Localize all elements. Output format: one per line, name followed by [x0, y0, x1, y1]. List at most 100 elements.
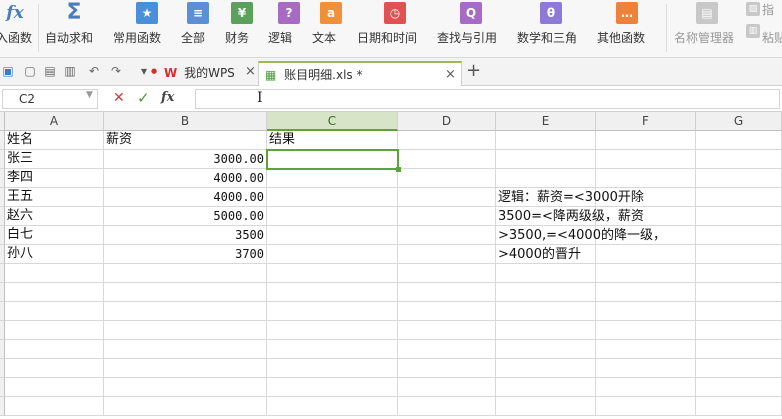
table-cell[interactable] — [267, 283, 398, 302]
table-cell[interactable] — [696, 188, 782, 207]
table-cell[interactable]: 王五 — [5, 188, 104, 207]
close-tab-icon[interactable]: × — [245, 64, 256, 79]
table-cell[interactable] — [696, 321, 782, 340]
table-cell[interactable] — [104, 264, 267, 283]
table-cell[interactable] — [596, 169, 696, 188]
table-cell[interactable] — [104, 302, 267, 321]
table-cell[interactable]: 李四 — [5, 169, 104, 188]
table-cell[interactable] — [267, 188, 398, 207]
spreadsheet-grid[interactable]: A B C D E F G 姓名 薪资 结果 张三 3000.00 李四 4000.00 王五… — [0, 112, 782, 419]
column-header-f[interactable]: F — [596, 112, 696, 131]
table-cell[interactable] — [267, 169, 398, 188]
table-cell[interactable] — [596, 340, 696, 359]
table-cell[interactable] — [496, 264, 596, 283]
table-cell[interactable] — [398, 359, 496, 378]
table-cell[interactable] — [696, 378, 782, 397]
table-cell[interactable] — [496, 150, 596, 169]
table-cell[interactable] — [696, 302, 782, 321]
table-cell[interactable] — [496, 378, 596, 397]
text-button[interactable]: a 文本 — [312, 0, 352, 58]
column-header-b[interactable]: B — [104, 112, 267, 131]
table-cell[interactable] — [596, 378, 696, 397]
table-cell[interactable] — [596, 131, 696, 150]
table-cell[interactable] — [496, 283, 596, 302]
chevron-down-icon[interactable]: ▼ — [86, 90, 93, 100]
math-trig-button[interactable]: θ 数学和三角 — [517, 0, 591, 58]
table-cell[interactable] — [267, 378, 398, 397]
table-cell[interactable] — [398, 131, 496, 150]
table-cell[interactable] — [267, 321, 398, 340]
table-cell[interactable]: 姓名 — [5, 131, 104, 150]
table-cell[interactable]: 3500 — [104, 226, 267, 245]
table-cell[interactable] — [496, 131, 596, 150]
table-cell[interactable] — [267, 245, 398, 264]
table-cell[interactable] — [398, 283, 496, 302]
table-cell[interactable] — [596, 245, 696, 264]
table-cell[interactable]: 3000.00 — [104, 150, 267, 169]
table-cell[interactable] — [104, 283, 267, 302]
column-header-g[interactable]: G — [696, 112, 782, 131]
table-cell[interactable] — [596, 264, 696, 283]
table-cell[interactable]: 结果 — [267, 131, 398, 150]
table-cell[interactable] — [104, 321, 267, 340]
column-header-e[interactable]: E — [496, 112, 596, 131]
table-cell[interactable]: 张三 — [5, 150, 104, 169]
table-cell[interactable] — [104, 359, 267, 378]
common-functions-button[interactable]: ★ 常用函数 — [113, 0, 175, 58]
table-cell[interactable] — [5, 302, 104, 321]
table-cell[interactable] — [596, 150, 696, 169]
table-cell[interactable] — [496, 397, 596, 416]
redo-icon[interactable]: ↷ — [109, 64, 123, 78]
table-cell[interactable] — [398, 245, 496, 264]
logic-button[interactable]: ? 逻辑 — [268, 0, 308, 58]
table-cell[interactable]: 孙八 — [5, 245, 104, 264]
table-cell[interactable] — [104, 340, 267, 359]
name-box[interactable]: C2 — [2, 89, 98, 109]
fill-handle[interactable] — [396, 167, 401, 172]
table-cell[interactable] — [5, 264, 104, 283]
table-cell[interactable] — [5, 359, 104, 378]
table-cell[interactable] — [696, 397, 782, 416]
table-cell[interactable] — [398, 207, 496, 226]
table-cell[interactable] — [596, 359, 696, 378]
table-cell[interactable]: 3700 — [104, 245, 267, 264]
table-cell[interactable] — [696, 340, 782, 359]
selected-cell-c2[interactable] — [266, 149, 399, 170]
pointer-button[interactable]: ▧ 指 — [744, 0, 782, 22]
table-cell[interactable] — [496, 302, 596, 321]
table-cell[interactable] — [596, 302, 696, 321]
table-cell[interactable] — [398, 302, 496, 321]
table-cell[interactable] — [398, 150, 496, 169]
table-cell[interactable] — [696, 283, 782, 302]
table-cell[interactable] — [596, 397, 696, 416]
autosum-button[interactable]: Σ 自动求和 — [45, 0, 105, 58]
table-cell[interactable] — [267, 264, 398, 283]
table-cell[interactable] — [696, 226, 782, 245]
other-functions-button[interactable]: … 其他函数 — [597, 0, 659, 58]
table-cell[interactable]: 薪资 — [104, 131, 267, 150]
table-cell[interactable] — [267, 207, 398, 226]
table-cell[interactable] — [398, 264, 496, 283]
table-cell[interactable] — [696, 131, 782, 150]
table-cell[interactable] — [398, 188, 496, 207]
export-icon[interactable]: ▢ — [23, 64, 37, 78]
table-cell[interactable] — [398, 321, 496, 340]
table-cell[interactable] — [398, 397, 496, 416]
undo-icon[interactable]: ↶ — [87, 64, 101, 78]
table-cell[interactable]: 赵六 — [5, 207, 104, 226]
table-cell[interactable] — [398, 340, 496, 359]
table-cell[interactable] — [398, 378, 496, 397]
column-header-c[interactable]: C — [267, 112, 398, 131]
table-cell[interactable] — [267, 359, 398, 378]
table-cell[interactable] — [496, 169, 596, 188]
table-cell[interactable] — [5, 340, 104, 359]
table-cell[interactable] — [696, 359, 782, 378]
tab-file[interactable]: ▦ 账目明细.xls * × — [258, 61, 462, 86]
table-cell[interactable] — [5, 283, 104, 302]
print-icon[interactable]: ▤ — [43, 64, 57, 78]
table-cell[interactable] — [496, 340, 596, 359]
table-cell[interactable] — [5, 378, 104, 397]
date-time-button[interactable]: ◷ 日期和时间 — [357, 0, 431, 58]
table-cell[interactable]: 4000.00 — [104, 169, 267, 188]
table-cell[interactable] — [496, 359, 596, 378]
